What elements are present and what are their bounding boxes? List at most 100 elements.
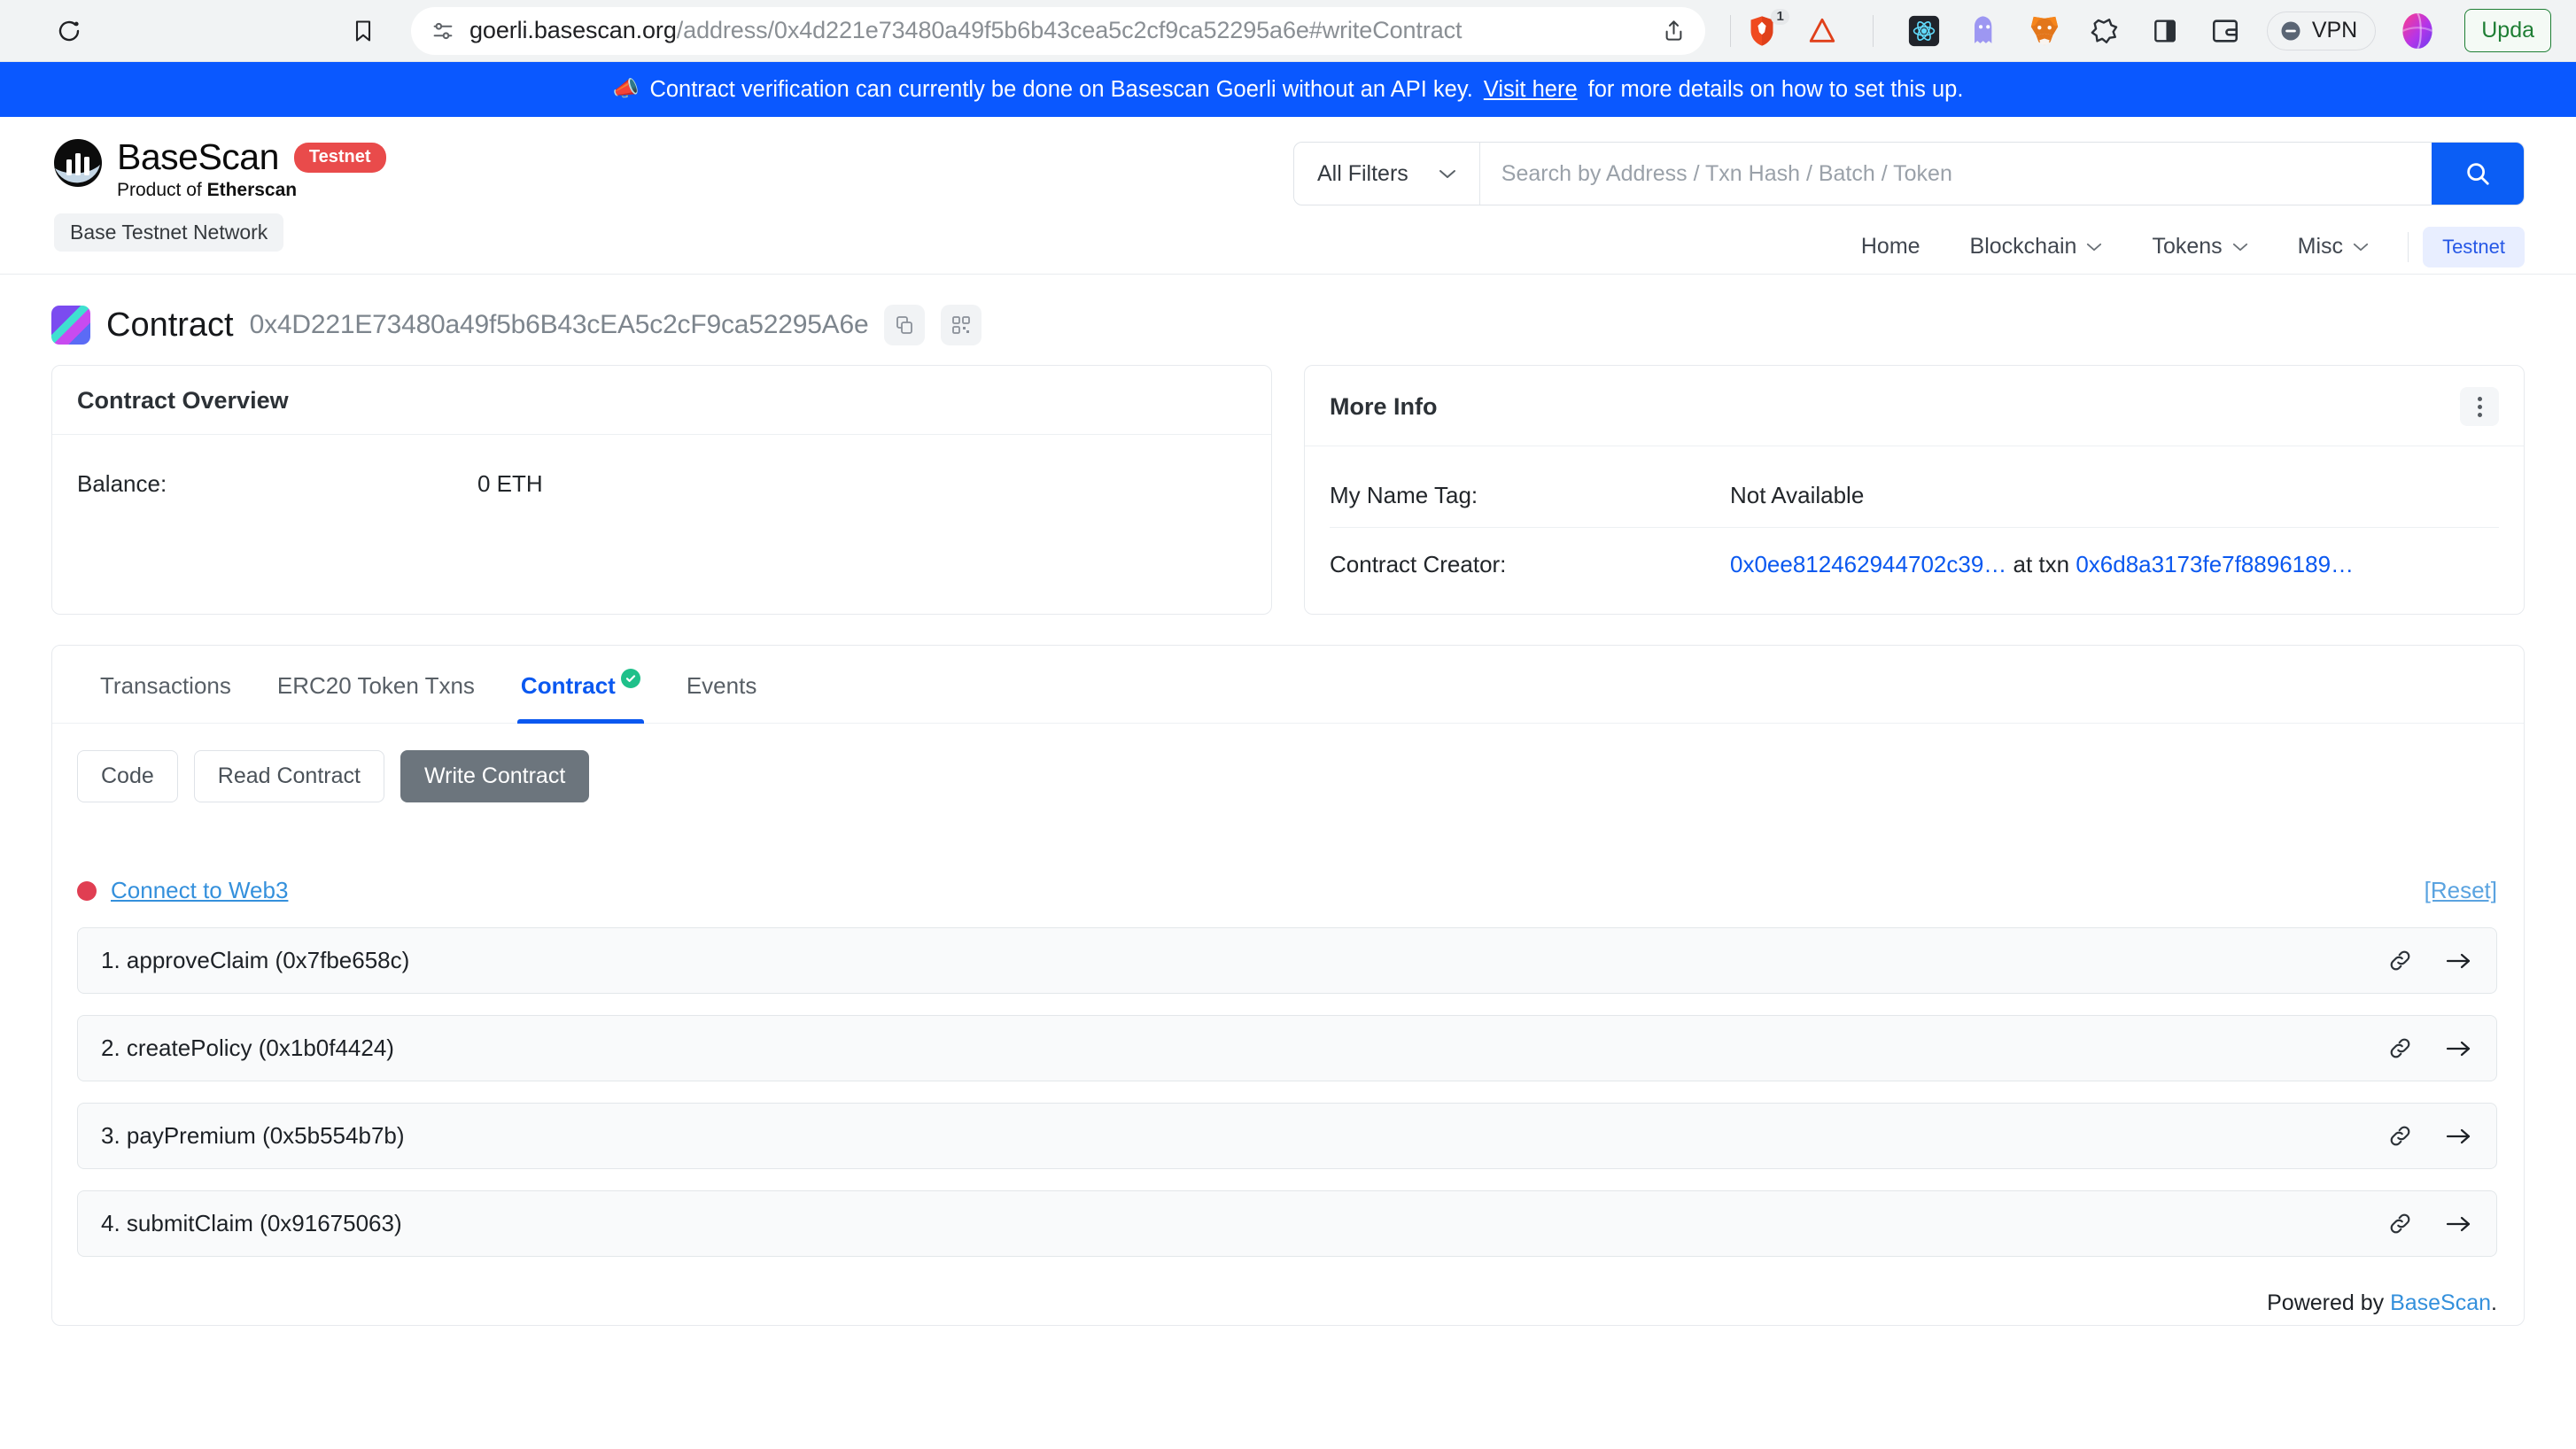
- creator-txn-link[interactable]: 0x6d8a3173fe7f8896189…: [2076, 551, 2354, 577]
- link-icon[interactable]: [2388, 1212, 2412, 1236]
- contract-creator-value: 0x0ee812462944702c39… at txn 0x6d8a3173f…: [1730, 551, 2354, 578]
- more-options-icon[interactable]: [2460, 387, 2499, 426]
- page-title-label: Contract: [106, 306, 234, 344]
- more-info-card: More Info My Name Tag: Not Available Con…: [1304, 365, 2525, 615]
- search-icon: [2467, 163, 2489, 185]
- toolbar-divider-1: [1729, 14, 1731, 47]
- brave-badge-count: 1: [1771, 8, 1789, 25]
- tab-erc20-token-txns[interactable]: ERC20 Token Txns: [254, 646, 498, 723]
- bookmark-icon[interactable]: [340, 8, 386, 54]
- function-row[interactable]: 3. payPremium (0x5b554b7b): [77, 1103, 2497, 1169]
- arrow-right-icon[interactable]: [2446, 1127, 2471, 1146]
- page-content: Contract 0x4D221E73480a49f5b6B43cEA5c2cF…: [0, 275, 2576, 1326]
- function-label: 2. createPolicy (0x1b0f4424): [101, 1034, 394, 1061]
- notice-text-after: for more details on how to set this up.: [1587, 76, 1964, 102]
- metamask-icon[interactable]: [2026, 12, 2063, 50]
- chevron-down-icon: [2086, 242, 2102, 252]
- function-row[interactable]: 2. createPolicy (0x1b0f4424): [77, 1015, 2497, 1081]
- function-label: 1. approveClaim (0x7fbe658c): [101, 947, 410, 973]
- arrow-right-icon[interactable]: [2446, 951, 2471, 971]
- network-chip[interactable]: Base Testnet Network: [54, 213, 284, 252]
- chevron-down-icon: [2232, 242, 2248, 252]
- name-tag-value: Not Available: [1730, 482, 1865, 508]
- contract-creator-label: Contract Creator:: [1330, 551, 1507, 577]
- powered-by-suffix: .: [2491, 1290, 2497, 1315]
- verified-check-icon: [620, 669, 640, 688]
- copy-icon[interactable]: [884, 305, 926, 345]
- function-row[interactable]: 1. approveClaim (0x7fbe658c): [77, 927, 2497, 994]
- chevron-down-icon: [1439, 168, 1456, 180]
- brand-name[interactable]: BaseScan: [117, 136, 279, 178]
- arrow-right-icon[interactable]: [2446, 1214, 2471, 1234]
- sub-tab-write-contract[interactable]: Write Contract: [400, 750, 590, 802]
- contract-overview-card: Contract Overview Balance: 0 ETH: [51, 365, 1272, 615]
- write-contract-panel: Code Read Contract Write Contract: [52, 724, 2524, 838]
- tab-contract[interactable]: Contract: [498, 646, 663, 724]
- page-title: Contract 0x4D221E73480a49f5b6B43cEA5c2cF…: [51, 275, 2525, 365]
- header-right-column: All Filters Home Blockchain: [1293, 136, 2525, 274]
- chevron-down-icon: [2353, 242, 2369, 252]
- contract-address: 0x4D221E73480a49f5b6B43cEA5c2cF9ca52295A…: [249, 310, 869, 339]
- contract-overview-title: Contract Overview: [77, 387, 289, 414]
- nav-item-blockchain[interactable]: Blockchain: [1945, 225, 2128, 268]
- visit-here-link[interactable]: Visit here: [1484, 77, 1578, 103]
- tune-icon[interactable]: [431, 19, 455, 43]
- brave-shields-icon[interactable]: 1: [1743, 8, 1789, 50]
- creator-address-link[interactable]: 0x0ee812462944702c39…: [1730, 551, 2006, 577]
- reload-icon[interactable]: [46, 8, 92, 54]
- function-label: 4. submitClaim (0x91675063): [101, 1210, 402, 1236]
- url-path: /address/0x4d221e73480a49f5b6b43cea5c2cf…: [676, 17, 1463, 43]
- balance-label: Balance:: [77, 470, 167, 497]
- search-submit-button[interactable]: [2432, 143, 2524, 205]
- name-tag-row: My Name Tag: Not Available: [1330, 469, 2499, 522]
- brand-subtitle-bold: Etherscan: [206, 180, 298, 200]
- brand-testnet-badge: Testnet: [293, 142, 386, 173]
- rabby-wallet-icon[interactable]: [2086, 12, 2123, 50]
- brand-subtitle: Product of Etherscan: [117, 180, 298, 200]
- tab-events[interactable]: Events: [663, 646, 780, 723]
- ghost-extension-icon[interactable]: [1966, 12, 2003, 50]
- basescan-logo-icon[interactable]: [51, 136, 105, 190]
- arrow-right-icon[interactable]: [2446, 1039, 2471, 1058]
- web3-connect-row: Connect to Web3 [Reset]: [52, 838, 2524, 927]
- megaphone-icon: 📣: [612, 77, 640, 101]
- sub-tab-read-contract[interactable]: Read Contract: [193, 750, 384, 802]
- all-filters-dropdown[interactable]: All Filters: [1294, 143, 1480, 205]
- function-row[interactable]: 4. submitClaim (0x91675063): [77, 1190, 2497, 1257]
- url-bar[interactable]: goerli.basescan.org/address/0x4d221e7348…: [411, 6, 1705, 55]
- tab-transactions[interactable]: Transactions: [77, 646, 254, 723]
- qr-code-icon[interactable]: [941, 305, 982, 345]
- contract-creator-row: Contract Creator: 0x0ee812462944702c39… …: [1330, 527, 2499, 591]
- share-icon[interactable]: [1662, 19, 1686, 43]
- link-icon[interactable]: [2388, 949, 2412, 972]
- vpn-button[interactable]: VPN: [2266, 11, 2377, 50]
- nav-item-tokens[interactable]: Tokens: [2127, 225, 2272, 268]
- vpn-label: VPN: [2311, 18, 2358, 43]
- search-input[interactable]: [1479, 143, 2432, 205]
- nav-item-misc[interactable]: Misc: [2273, 225, 2394, 268]
- sidebar-panel-icon[interactable]: [2146, 12, 2184, 50]
- nav-item-home[interactable]: Home: [1836, 225, 1945, 268]
- account-avatar[interactable]: [2399, 12, 2436, 50]
- wallet-card-icon[interactable]: [2207, 12, 2244, 50]
- react-devtools-icon[interactable]: [1905, 12, 1943, 50]
- basescan-footer-link[interactable]: BaseScan: [2390, 1290, 2491, 1315]
- sub-tab-code[interactable]: Code: [77, 750, 178, 802]
- extension-tray: 1 VPN Upda: [1743, 8, 2551, 52]
- creator-at-txn-text: at txn: [2006, 551, 2076, 577]
- powered-by-prefix: Powered by: [2267, 1290, 2391, 1315]
- contract-sub-tabs: Code Read Contract Write Contract: [77, 750, 2499, 802]
- url-text: goerli.basescan.org/address/0x4d221e7348…: [469, 17, 1649, 44]
- nav-testnet-button[interactable]: Testnet: [2423, 226, 2525, 267]
- link-icon[interactable]: [2388, 1036, 2412, 1060]
- summary-cards: Contract Overview Balance: 0 ETH More In…: [51, 365, 2525, 615]
- reset-link[interactable]: [Reset]: [2425, 877, 2497, 904]
- site-header: BaseScan Testnet Product of Etherscan Ba…: [0, 117, 2576, 275]
- update-button[interactable]: Upda: [2464, 9, 2551, 52]
- browser-toolbar: goerli.basescan.org/address/0x4d221e7348…: [0, 0, 2576, 62]
- tab-strip: Transactions ERC20 Token Txns Contract E…: [52, 646, 2524, 724]
- connect-to-web3-link[interactable]: Connect to Web3: [111, 877, 288, 904]
- brand-column: BaseScan Testnet Product of Etherscan Ba…: [51, 136, 386, 252]
- triangle-extension-icon[interactable]: [1804, 12, 1841, 50]
- link-icon[interactable]: [2388, 1124, 2412, 1148]
